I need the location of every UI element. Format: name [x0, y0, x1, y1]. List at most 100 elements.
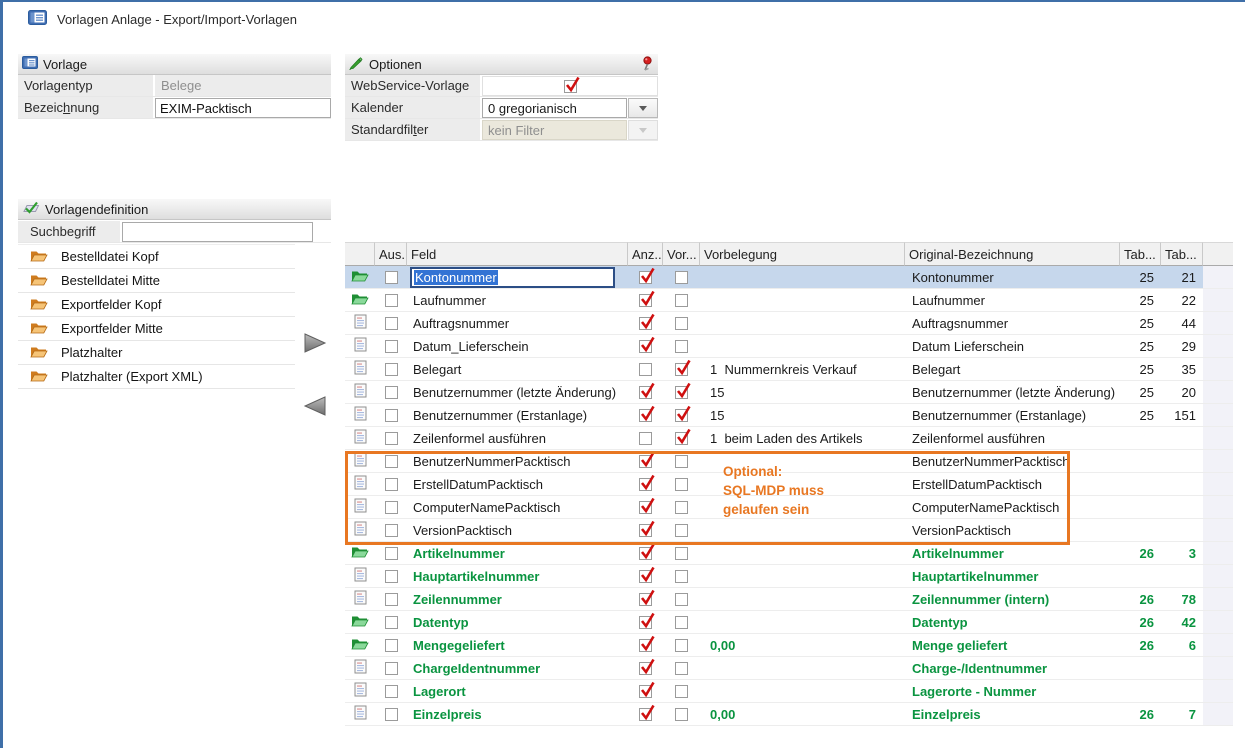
table-row[interactable]: DatentypDatentyp2642: [345, 611, 1233, 634]
checkbox[interactable]: [385, 708, 398, 721]
checkbox[interactable]: [675, 708, 688, 721]
checkbox[interactable]: [639, 386, 652, 399]
checkbox[interactable]: [675, 317, 688, 330]
checkbox[interactable]: [675, 639, 688, 652]
checkbox[interactable]: [385, 363, 398, 376]
checkbox[interactable]: [675, 478, 688, 491]
table-row[interactable]: Einzelpreis0,00Einzelpreis267: [345, 703, 1233, 726]
folder-item[interactable]: Bestelldatei Kopf: [18, 245, 295, 269]
checkbox[interactable]: [639, 478, 652, 491]
checkbox[interactable]: [385, 294, 398, 307]
checkbox[interactable]: [385, 616, 398, 629]
checkbox[interactable]: [675, 271, 688, 284]
checkbox[interactable]: [385, 317, 398, 330]
table-row[interactable]: ComputerNamePacktischComputerNamePacktis…: [345, 496, 1233, 519]
checkbox[interactable]: [639, 547, 652, 560]
checkbox[interactable]: [639, 271, 652, 284]
checkbox[interactable]: [675, 363, 688, 376]
checkbox[interactable]: [675, 547, 688, 560]
table-row[interactable]: Belegart1 Nummernkreis VerkaufBelegart25…: [345, 358, 1233, 381]
checkbox[interactable]: [675, 501, 688, 514]
checkbox[interactable]: [385, 547, 398, 560]
table-row[interactable]: ChargeIdentnummerCharge-/Identnummer: [345, 657, 1233, 680]
checkbox[interactable]: [675, 593, 688, 606]
pushpin-icon[interactable]: [641, 56, 654, 75]
table-row[interactable]: LaufnummerLaufnummer2522: [345, 289, 1233, 312]
folder-item[interactable]: Exportfelder Kopf: [18, 293, 295, 317]
table-row[interactable]: ErstellDatumPacktischErstellDatumPacktis…: [345, 473, 1233, 496]
table-row[interactable]: Benutzernummer (letzte Änderung)15Benutz…: [345, 381, 1233, 404]
checkbox[interactable]: [385, 478, 398, 491]
checkbox[interactable]: [639, 685, 652, 698]
column-header[interactable]: Aus...: [375, 242, 407, 266]
checkbox[interactable]: [385, 593, 398, 606]
checkbox[interactable]: [675, 455, 688, 468]
table-row[interactable]: ArtikelnummerArtikelnummer263: [345, 542, 1233, 565]
checkbox[interactable]: [639, 317, 652, 330]
folder-item[interactable]: Bestelldatei Mitte: [18, 269, 295, 293]
checkbox[interactable]: [675, 386, 688, 399]
checkbox[interactable]: [675, 616, 688, 629]
checkbox[interactable]: [639, 662, 652, 675]
checkbox[interactable]: [385, 662, 398, 675]
table-row[interactable]: Mengegeliefert0,00Menge geliefert266: [345, 634, 1233, 657]
checkbox[interactable]: [385, 386, 398, 399]
checkbox[interactable]: [385, 570, 398, 583]
table-row[interactable]: KontonummerKontonummer2521: [345, 266, 1233, 289]
checkbox[interactable]: [675, 340, 688, 353]
checkbox[interactable]: [639, 593, 652, 606]
move-left-button[interactable]: [301, 394, 329, 418]
checkbox[interactable]: [639, 570, 652, 583]
checkbox[interactable]: [639, 294, 652, 307]
checkbox[interactable]: [639, 708, 652, 721]
table-row[interactable]: AuftragsnummerAuftragsnummer2544: [345, 312, 1233, 335]
folder-item[interactable]: Platzhalter (Export XML): [18, 365, 295, 389]
table-row[interactable]: Datum_LieferscheinDatum Lieferschein2529: [345, 335, 1233, 358]
feld-inline-editor[interactable]: Kontonummer: [410, 267, 615, 288]
checkbox[interactable]: [385, 685, 398, 698]
checkbox[interactable]: [675, 409, 688, 422]
checkbox[interactable]: [639, 501, 652, 514]
checkbox[interactable]: [639, 340, 652, 353]
kalender-value[interactable]: 0 gregorianisch: [482, 98, 627, 118]
checkbox[interactable]: [385, 524, 398, 537]
table-row[interactable]: Benutzernummer (Erstanlage)15Benutzernum…: [345, 404, 1233, 427]
column-header[interactable]: Tab...: [1120, 242, 1161, 266]
folder-item[interactable]: Exportfelder Mitte: [18, 317, 295, 341]
table-row[interactable]: ZeilennummerZeilennummer (intern)2678: [345, 588, 1233, 611]
table-row[interactable]: HauptartikelnummerHauptartikelnummer: [345, 565, 1233, 588]
move-right-button[interactable]: [301, 331, 329, 355]
webservice-checkbox[interactable]: [564, 80, 577, 93]
column-header[interactable]: Original-Bezeichnung: [905, 242, 1120, 266]
table-row[interactable]: BenutzerNummerPacktischBenutzerNummerPac…: [345, 450, 1233, 473]
checkbox[interactable]: [385, 639, 398, 652]
checkbox[interactable]: [639, 409, 652, 422]
checkbox[interactable]: [675, 432, 688, 445]
checkbox[interactable]: [385, 271, 398, 284]
table-row[interactable]: Zeilenformel ausführen1 beim Laden des A…: [345, 427, 1233, 450]
kalender-dropdown-button[interactable]: [628, 98, 658, 118]
checkbox[interactable]: [639, 616, 652, 629]
column-header[interactable]: Anz...: [628, 242, 663, 266]
bezeichnung-input[interactable]: [155, 98, 331, 118]
checkbox[interactable]: [639, 639, 652, 652]
checkbox[interactable]: [385, 432, 398, 445]
checkbox[interactable]: [639, 455, 652, 468]
column-header[interactable]: Vor...: [663, 242, 700, 266]
column-header[interactable]: Tab...: [1161, 242, 1203, 266]
checkbox[interactable]: [639, 432, 652, 445]
checkbox[interactable]: [385, 501, 398, 514]
checkbox[interactable]: [385, 340, 398, 353]
checkbox[interactable]: [639, 524, 652, 537]
folder-item[interactable]: Platzhalter: [18, 341, 295, 365]
column-header[interactable]: Vorbelegung: [700, 242, 905, 266]
column-header[interactable]: Feld: [407, 242, 628, 266]
checkbox[interactable]: [639, 363, 652, 376]
checkbox[interactable]: [675, 662, 688, 675]
checkbox[interactable]: [675, 524, 688, 537]
table-row[interactable]: LagerortLagerorte - Nummer: [345, 680, 1233, 703]
checkbox[interactable]: [675, 685, 688, 698]
search-input[interactable]: [122, 222, 313, 242]
checkbox[interactable]: [675, 294, 688, 307]
checkbox[interactable]: [385, 409, 398, 422]
